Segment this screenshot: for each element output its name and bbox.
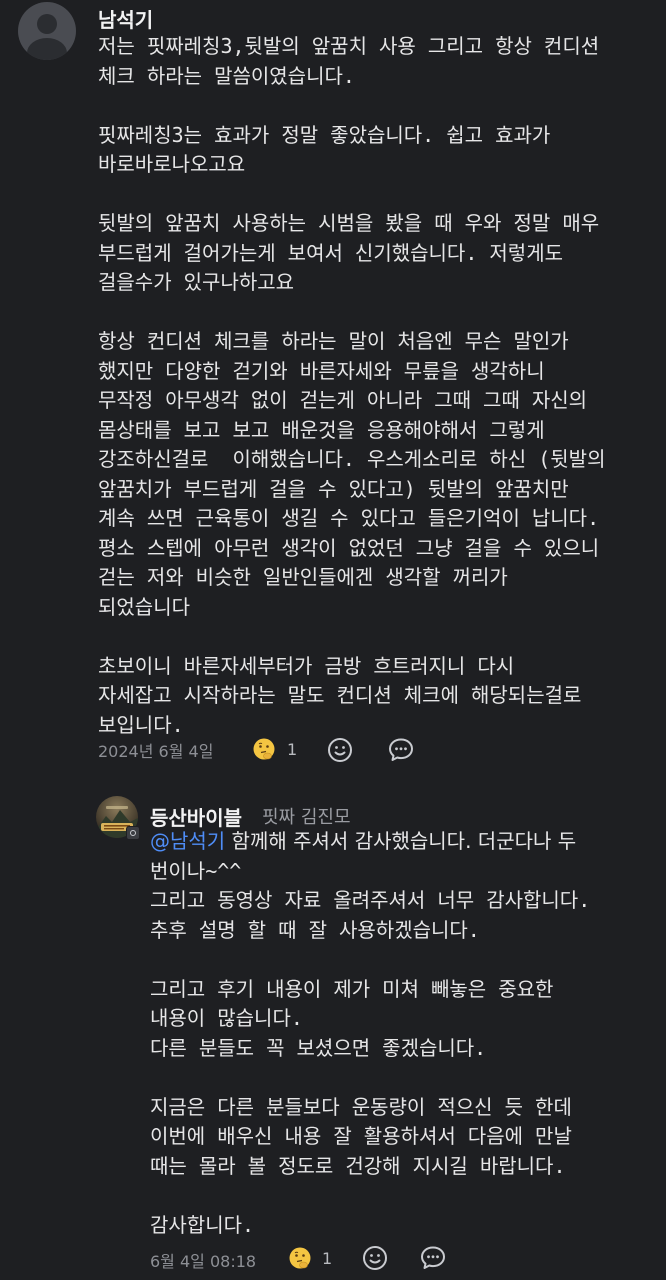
comment-author[interactable]: 남석기 xyxy=(98,4,153,33)
default-user-avatar-icon[interactable] xyxy=(18,2,76,60)
reaction-count: 1 xyxy=(322,1249,333,1268)
reply-author-role: 핏짜 김진모 xyxy=(262,807,351,828)
reply-body-first-line: @남석기 함께해 주셔서 감사했습니다. 더군다나 두 xyxy=(150,827,576,857)
reply-speech-bubble-icon[interactable] xyxy=(420,1245,446,1271)
reply-date: 6월 4일 08:18 xyxy=(150,1252,257,1271)
mention-link[interactable]: @남석기 xyxy=(150,829,225,853)
add-reaction-smiley-icon[interactable] xyxy=(327,737,353,763)
reply-speech-bubble-icon[interactable] xyxy=(388,737,414,763)
thinking-face-emoji-icon[interactable] xyxy=(252,737,276,761)
manager-badge-icon xyxy=(126,826,140,840)
add-reaction-smiley-icon[interactable] xyxy=(362,1245,388,1271)
comment-body: 저는 핏짜레칭3,뒷발의 앞꿈치 사용 그리고 항상 컨디션 체크 하라는 말씀… xyxy=(98,34,606,737)
comment-date: 2024년 6월 4일 xyxy=(98,742,214,761)
reaction-count: 1 xyxy=(287,740,298,759)
reply-body: 번이나~^^ 그리고 동영상 자료 올려주셔서 너무 감사합니다. 추후 설명 … xyxy=(150,858,591,1237)
reply-body-first-text: 함께해 주셔서 감사했습니다. 더군다나 두 xyxy=(225,829,577,853)
thinking-face-emoji-icon[interactable] xyxy=(288,1246,312,1270)
